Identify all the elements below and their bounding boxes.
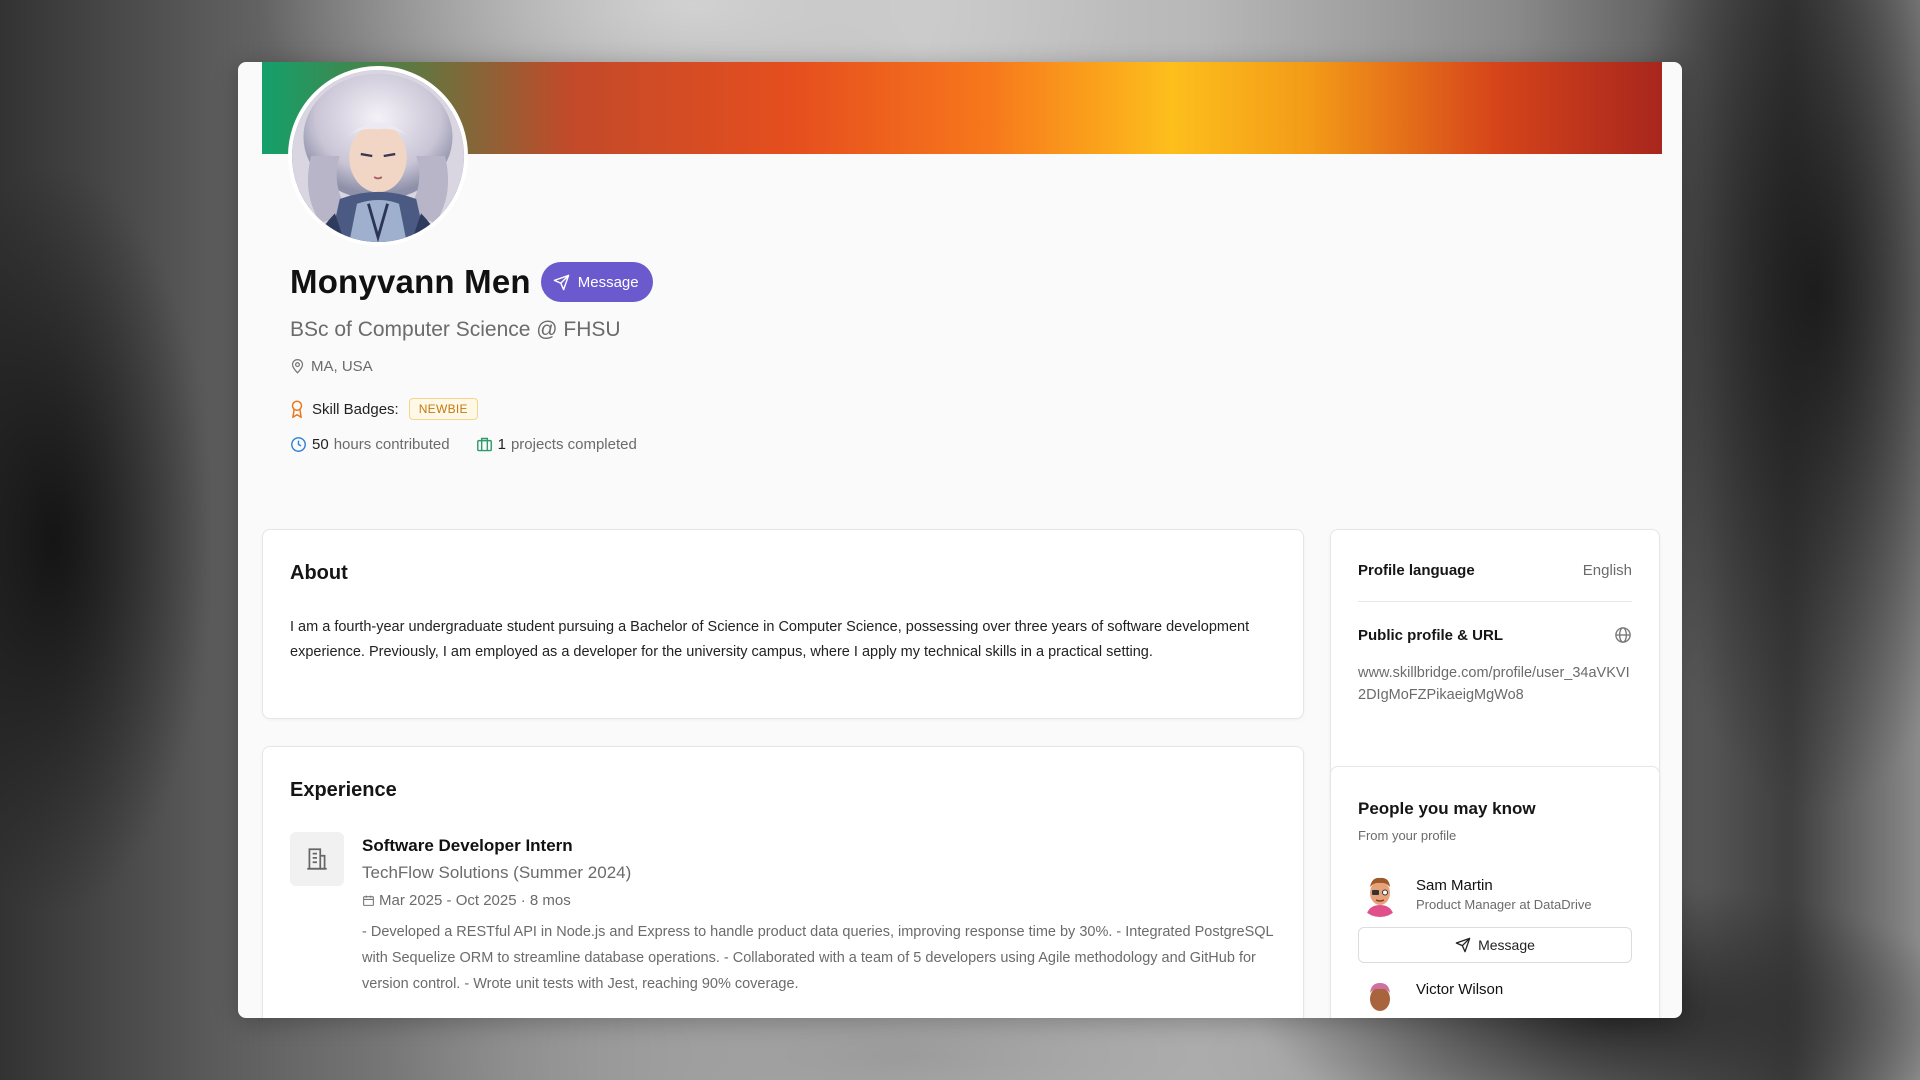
hours-value: 50	[312, 436, 329, 453]
person-role: Product Manager at DataDrive	[1416, 897, 1592, 912]
experience-description: - Developed a RESTful API in Node.js and…	[362, 924, 1274, 992]
send-icon	[553, 274, 570, 290]
public-profile-row: Public profile & URL	[1358, 626, 1632, 644]
building-icon	[307, 848, 327, 870]
person-name: Sam Martin	[1416, 877, 1493, 894]
projects-value: 1	[497, 436, 506, 453]
send-icon	[1455, 937, 1471, 953]
name-row: Monyvann Men Message	[290, 262, 653, 302]
person-avatar	[1358, 977, 1402, 1018]
experience-title: Experience	[290, 779, 397, 801]
profile-settings-card: Profile language English Public profile …	[1330, 529, 1660, 801]
message-button[interactable]: Message	[540, 262, 653, 302]
person-item[interactable]: Sam Martin Product Manager at DataDrive	[1358, 873, 1632, 917]
experience-company: TechFlow Solutions (Summer 2024)	[362, 863, 632, 882]
people-title: People you may know	[1358, 799, 1536, 818]
person-avatar-illustration	[1358, 873, 1402, 917]
experience-dates-row: Mar 2025 - Oct 2025 · 8 mos	[362, 892, 1276, 909]
public-profile-label: Public profile & URL	[1358, 626, 1504, 644]
projects-stat: 1 projects completed	[476, 436, 637, 453]
stats-row: 50 hours contributed 1 projects complete…	[290, 436, 663, 453]
globe-icon[interactable]	[1614, 626, 1632, 644]
location-pin-icon	[291, 359, 304, 374]
location-row: MA, USA	[290, 358, 373, 375]
hours-stat: 50 hours contributed	[290, 436, 450, 453]
location-text: MA, USA	[311, 358, 373, 375]
person-message-label: Message	[1478, 937, 1535, 953]
person-item[interactable]: Victor Wilson	[1358, 977, 1632, 1018]
about-text: I am a fourth-year undergraduate student…	[290, 619, 1250, 660]
profile-language-row: Profile language English	[1358, 562, 1632, 602]
person-name: Victor Wilson	[1416, 981, 1504, 998]
public-profile-url[interactable]: www.skillbridge.com/profile/user_34aVKVI…	[1358, 662, 1632, 706]
skill-badge-newbie: NEWBIE	[408, 398, 478, 420]
skill-badges-row: Skill Badges: NEWBIE	[290, 398, 478, 420]
profile-headline: BSc of Computer Science @ FHSU	[290, 318, 621, 341]
experience-dates: Mar 2025 - Oct 2025 · 8 mos	[379, 892, 571, 909]
clock-icon	[291, 437, 306, 452]
about-card: About I am a fourth-year undergraduate s…	[262, 529, 1304, 719]
people-subtitle: From your profile	[1358, 828, 1457, 843]
profile-window: Monyvann Men Message BSc of Computer Sci…	[238, 62, 1682, 1018]
award-icon	[291, 400, 303, 418]
experience-card: Experience Software Developer Intern Tec…	[262, 746, 1304, 1018]
avatar-illustration	[292, 70, 464, 242]
briefcase-icon	[476, 437, 492, 452]
profile-language-label: Profile language	[1358, 562, 1475, 579]
profile-name: Monyvann Men	[290, 263, 531, 300]
profile-avatar	[288, 66, 468, 246]
profile-language-value: English	[1582, 562, 1632, 579]
person-avatar-illustration	[1358, 977, 1402, 1018]
experience-item: Software Developer Intern TechFlow Solut…	[290, 832, 1276, 997]
person-avatar	[1358, 873, 1402, 917]
profile-banner	[262, 62, 1662, 154]
skill-badges-label: Skill Badges:	[312, 400, 399, 418]
hours-label: hours contributed	[333, 436, 450, 453]
people-you-may-know-card: People you may know From your profile Sa…	[1330, 766, 1660, 1018]
message-button-label: Message	[577, 273, 639, 291]
experience-job-title: Software Developer Intern	[362, 836, 573, 855]
about-title: About	[290, 562, 348, 584]
company-building-icon	[290, 832, 344, 886]
projects-label: projects completed	[510, 436, 637, 453]
calendar-icon	[363, 895, 374, 906]
person-message-button[interactable]: Message	[1358, 927, 1632, 963]
